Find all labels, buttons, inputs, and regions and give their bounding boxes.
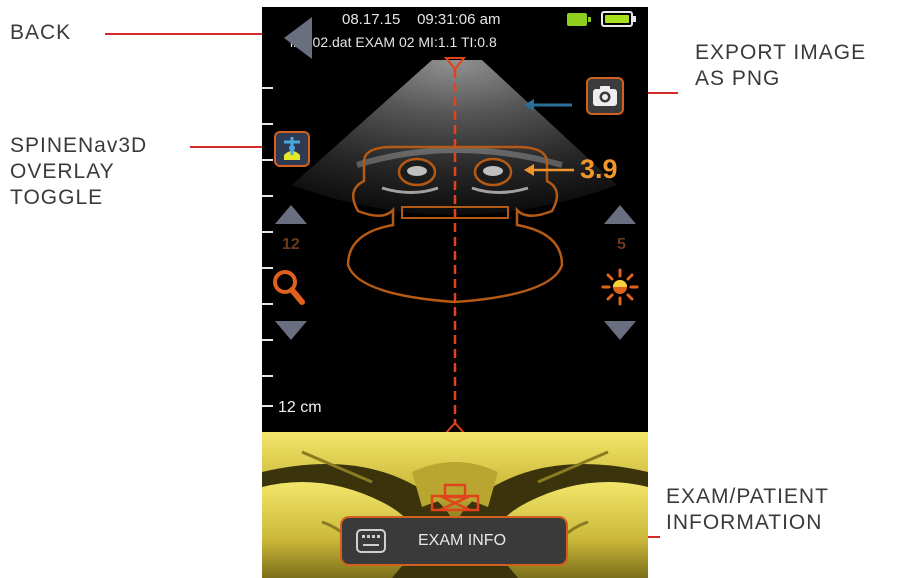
camera-icon <box>593 86 617 106</box>
annotation-spine-line1: SPINENav3D <box>10 134 148 157</box>
zoom-up-button[interactable] <box>275 205 307 224</box>
depth-tick <box>262 375 273 377</box>
annotation-exam: EXAM/PATIENT INFORMATION <box>666 484 829 536</box>
brightness-up-button[interactable] <box>604 205 636 224</box>
depth-tick <box>262 195 273 197</box>
probe-battery-icon <box>567 13 591 26</box>
spine-overlay-toggle[interactable] <box>274 131 310 167</box>
measurement-value: 3.9 <box>580 154 618 184</box>
sun-icon[interactable] <box>601 268 639 306</box>
spine-overlay-icon <box>284 137 300 160</box>
annotation-back-line1: BACK <box>10 21 72 44</box>
status-time: 09:31:06 am <box>417 11 501 28</box>
depth-tick <box>262 123 273 125</box>
status-datetime: 08.17.15 09:31:06 am <box>342 11 500 28</box>
device-screen: 08.17.15 09:31:06 am img02.dat EXAM 02 M… <box>262 7 648 578</box>
exam-info-label: EXAM INFO <box>418 532 507 549</box>
annotation-exam-line1: EXAM/PATIENT <box>666 485 829 508</box>
depth-tick <box>262 87 273 89</box>
annotation-spine-line3: TOGGLE <box>10 186 104 209</box>
status-date: 08.17.15 <box>342 11 401 28</box>
annotation-export-line1: EXPORT IMAGE <box>695 41 867 64</box>
status-file-info: img02.dat EXAM 02 MI:1.1 TI:0.8 <box>290 34 497 50</box>
annotation-spine-overlay: SPINENav3D OVERLAY TOGGLE <box>10 133 147 211</box>
back-button[interactable] <box>280 15 316 61</box>
zoom-down-button[interactable] <box>275 321 307 340</box>
annotation-back-connector <box>105 33 275 35</box>
exam-info-button[interactable]: EXAM INFO <box>340 516 568 566</box>
depth-tick <box>262 231 273 233</box>
depth-tick <box>262 405 273 407</box>
magnifier-icon[interactable] <box>270 267 306 307</box>
keyboard-icon <box>356 529 386 553</box>
annotation-spine-line2: OVERLAY <box>10 160 115 183</box>
annotation-exam-line2: INFORMATION <box>666 511 823 534</box>
brightness-down-button[interactable] <box>604 321 636 340</box>
annotation-export-line2: AS PNG <box>695 67 781 90</box>
depth-tick <box>262 339 273 341</box>
zoom-level: 12 <box>282 236 300 253</box>
depth-label: 12 cm <box>278 399 322 416</box>
depth-scale <box>262 67 276 407</box>
annotation-export: EXPORT IMAGE AS PNG <box>695 40 866 92</box>
back-triangle-icon <box>284 17 312 59</box>
depth-tick <box>262 159 273 161</box>
battery-icon <box>601 11 636 27</box>
brightness-level: 5 <box>617 236 626 253</box>
export-image-button[interactable] <box>586 77 624 115</box>
annotation-back: BACK <box>10 20 71 46</box>
